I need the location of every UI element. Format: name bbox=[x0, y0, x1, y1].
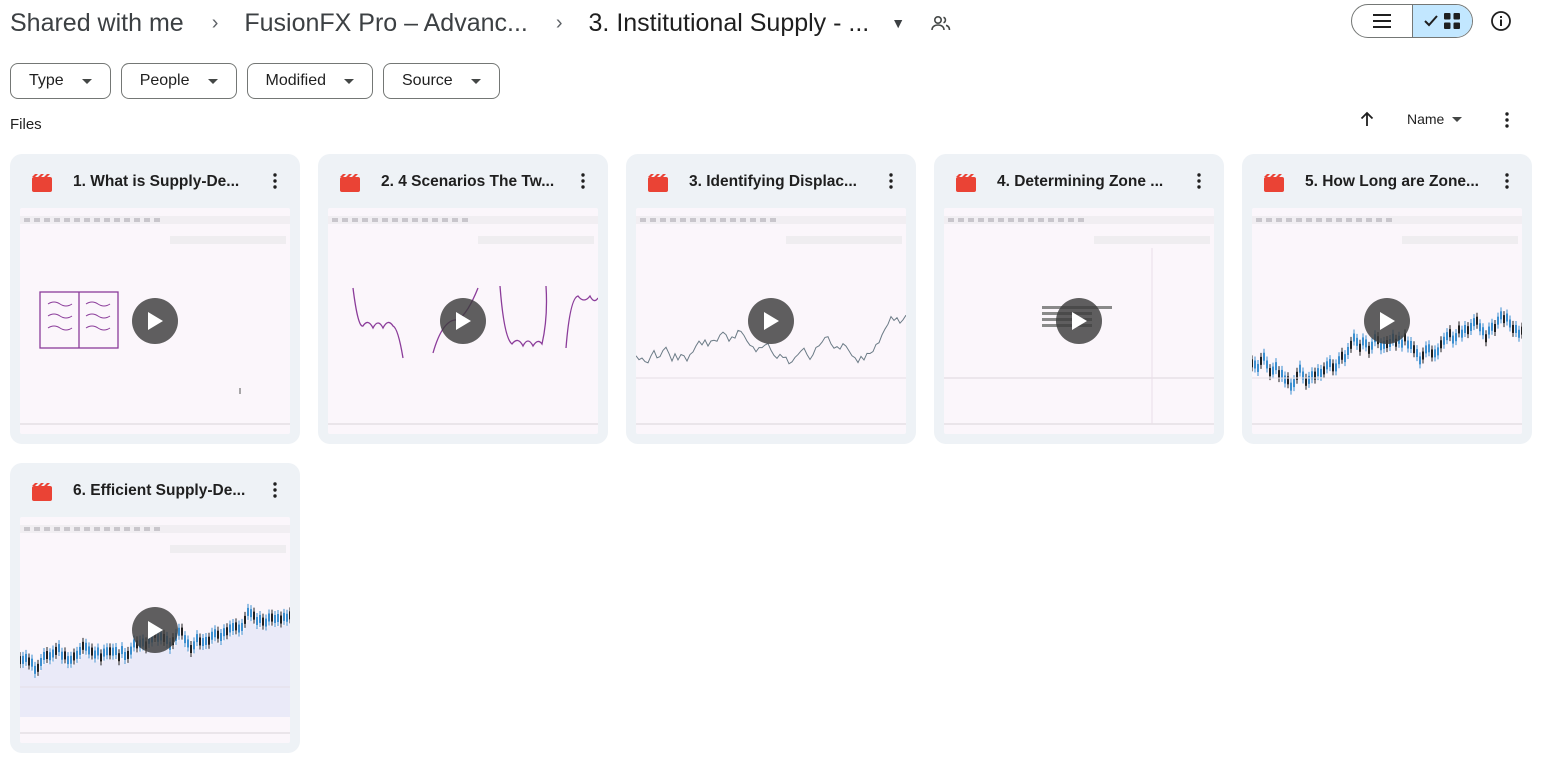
video-file-icon bbox=[340, 174, 360, 197]
video-thumbnail[interactable] bbox=[328, 208, 598, 434]
caret-down-icon bbox=[470, 78, 481, 84]
play-icon[interactable] bbox=[132, 607, 178, 653]
file-title: 6. Efficient Supply-De... bbox=[73, 482, 246, 499]
more-vert-icon[interactable] bbox=[265, 480, 285, 505]
video-thumbnail[interactable] bbox=[20, 517, 290, 743]
video-file-icon bbox=[32, 174, 52, 197]
video-file-icon bbox=[956, 174, 976, 197]
file-title: 3. Identifying Displac... bbox=[689, 173, 857, 190]
list-view-button[interactable] bbox=[1352, 5, 1412, 37]
info-icon[interactable] bbox=[1490, 10, 1512, 37]
video-file-icon bbox=[32, 483, 52, 506]
video-thumbnail[interactable] bbox=[20, 208, 290, 434]
caret-down-icon bbox=[344, 78, 354, 84]
shared-people-icon[interactable] bbox=[931, 15, 951, 31]
file-card-3[interactable]: 3. Identifying Displac... bbox=[626, 154, 916, 444]
breadcrumb-folder-fusionfx[interactable]: FusionFX Pro – Advanc... bbox=[244, 9, 527, 38]
more-vert-icon[interactable] bbox=[881, 171, 901, 196]
check-icon bbox=[1424, 15, 1438, 27]
breadcrumb-shared-with-me[interactable]: Shared with me bbox=[10, 9, 184, 38]
filter-people-label: People bbox=[139, 72, 190, 89]
file-title: 4. Determining Zone ... bbox=[997, 173, 1164, 190]
file-title: 5. How Long are Zone... bbox=[1305, 173, 1479, 190]
breadcrumb-current-folder[interactable]: 3. Institutional Supply - ... bbox=[589, 9, 870, 38]
video-thumbnail[interactable] bbox=[944, 208, 1214, 434]
filter-modified[interactable]: Modified bbox=[246, 63, 373, 99]
filter-people[interactable]: People bbox=[120, 63, 237, 99]
play-icon[interactable] bbox=[440, 298, 486, 344]
arrow-up-icon[interactable] bbox=[1358, 110, 1376, 133]
filter-type-label: Type bbox=[29, 72, 64, 89]
section-label: Files bbox=[10, 116, 42, 133]
more-vert-icon[interactable] bbox=[573, 171, 593, 196]
video-file-icon bbox=[1264, 174, 1284, 197]
play-icon[interactable] bbox=[1056, 298, 1102, 344]
caret-down-icon bbox=[1452, 116, 1463, 122]
filter-bar: Type People Modified Source bbox=[10, 63, 500, 99]
filter-modified-label: Modified bbox=[265, 72, 326, 89]
file-card-6[interactable]: 6. Efficient Supply-De... bbox=[10, 463, 300, 753]
filter-source[interactable]: Source bbox=[383, 63, 500, 99]
file-card-4[interactable]: 4. Determining Zone ... bbox=[934, 154, 1224, 444]
file-card-2[interactable]: 2. 4 Scenarios The Tw... bbox=[318, 154, 608, 444]
file-card-1[interactable]: 1. What is Supply-De... bbox=[10, 154, 300, 444]
chevron-right-icon: › bbox=[555, 11, 563, 34]
video-file-icon bbox=[648, 174, 668, 197]
more-vert-icon[interactable] bbox=[1497, 171, 1517, 196]
list-view-icon bbox=[1372, 14, 1391, 28]
video-thumbnail[interactable] bbox=[1252, 208, 1522, 434]
filter-source-label: Source bbox=[402, 72, 453, 89]
file-title: 2. 4 Scenarios The Tw... bbox=[381, 173, 555, 190]
chevron-right-icon: › bbox=[211, 11, 219, 34]
play-icon[interactable] bbox=[1364, 298, 1410, 344]
caret-down-icon[interactable]: ▼ bbox=[891, 15, 905, 31]
caret-down-icon bbox=[81, 78, 92, 84]
grid-view-button[interactable] bbox=[1411, 5, 1472, 37]
play-icon[interactable] bbox=[132, 298, 178, 344]
grid-view-icon bbox=[1444, 13, 1461, 29]
file-card-5[interactable]: 5. How Long are Zone... bbox=[1242, 154, 1532, 444]
file-title: 1. What is Supply-De... bbox=[73, 173, 240, 190]
view-toggle bbox=[1351, 4, 1473, 38]
more-vert-icon[interactable] bbox=[1497, 110, 1517, 135]
more-vert-icon[interactable] bbox=[1189, 171, 1209, 196]
sort-field-button[interactable]: Name bbox=[1407, 111, 1463, 127]
breadcrumb: Shared with me › FusionFX Pro – Advanc..… bbox=[10, 0, 1542, 46]
video-thumbnail[interactable] bbox=[636, 208, 906, 434]
more-vert-icon[interactable] bbox=[265, 171, 285, 196]
caret-down-icon bbox=[207, 78, 218, 84]
play-icon[interactable] bbox=[748, 298, 794, 344]
sort-field-label: Name bbox=[1407, 111, 1445, 127]
filter-type[interactable]: Type bbox=[10, 63, 111, 99]
